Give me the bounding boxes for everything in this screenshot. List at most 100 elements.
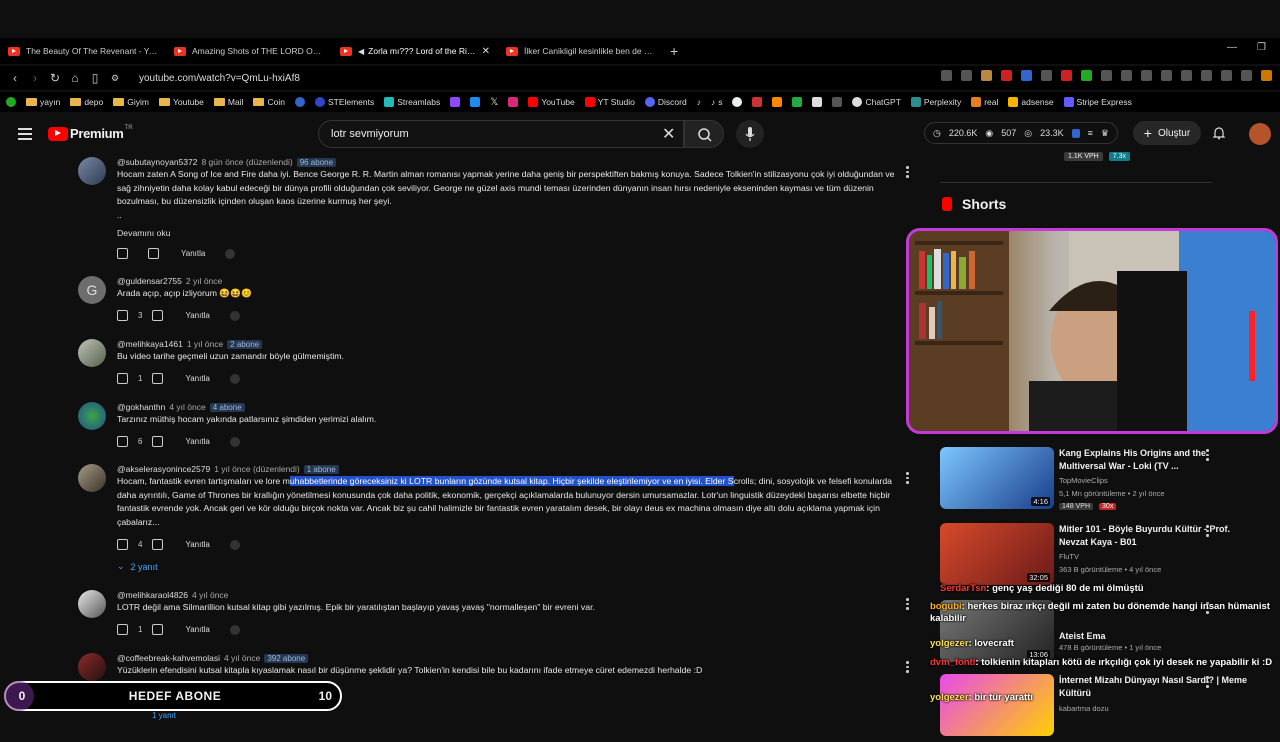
video-menu-icon[interactable]: [1206, 676, 1210, 690]
close-tab-icon[interactable]: ✕: [482, 46, 490, 57]
extension-icon[interactable]: [1061, 70, 1072, 81]
reply-button[interactable]: Yanıtla: [181, 249, 205, 258]
avatar[interactable]: [78, 464, 106, 492]
bookmark-folder[interactable]: depo: [70, 97, 103, 107]
extension-link-icon[interactable]: [792, 97, 803, 107]
extension-icon[interactable]: [1001, 70, 1012, 81]
extension-icon[interactable]: [941, 70, 952, 81]
video-menu-icon[interactable]: [1206, 449, 1210, 463]
extension-icon[interactable]: [981, 70, 992, 81]
minimize-icon[interactable]: —: [1227, 42, 1237, 53]
home-icon[interactable]: ⌂: [65, 71, 85, 85]
extension-icon[interactable]: [1081, 70, 1092, 81]
video-title[interactable]: Kang Explains His Origins and the Multiv…: [1059, 447, 1249, 473]
comment-menu-icon[interactable]: [906, 166, 910, 180]
comment-author[interactable]: @subutaynoyan5372: [117, 157, 197, 167]
extension-link-icon[interactable]: [772, 97, 783, 107]
list-icon[interactable]: ≡: [1088, 128, 1093, 138]
comment-time[interactable]: 4 yıl önce: [224, 653, 260, 663]
avatar[interactable]: [78, 402, 106, 430]
like-icon[interactable]: [117, 373, 128, 384]
extension-link-icon[interactable]: [732, 97, 743, 107]
bluesky-icon[interactable]: [470, 97, 481, 107]
channel-name[interactable]: kabartma dozu: [1059, 704, 1109, 713]
video-thumbnail[interactable]: [940, 674, 1054, 736]
search-button[interactable]: [684, 120, 724, 148]
bookmark-link[interactable]: ChatGPT: [852, 97, 901, 107]
avatar[interactable]: [78, 157, 106, 185]
creator-heart-icon[interactable]: [229, 539, 240, 550]
reply-button[interactable]: Yanıtla: [185, 437, 209, 446]
comment-author[interactable]: @guldensar2755: [117, 276, 182, 286]
maximize-icon[interactable]: ❐: [1257, 42, 1266, 53]
video-thumbnail[interactable]: 4:16: [940, 447, 1054, 509]
bookmark-link[interactable]: adsense: [1008, 97, 1054, 107]
bookmark-link[interactable]: Stripe Express: [1063, 97, 1132, 107]
dislike-icon[interactable]: [152, 436, 164, 447]
like-icon[interactable]: [117, 436, 128, 447]
avatar[interactable]: G: [78, 276, 106, 304]
show-replies-button[interactable]: ⌄ 2 yanıt: [117, 561, 158, 572]
comment-time[interactable]: 1 yıl önce: [187, 339, 223, 349]
creator-heart-icon[interactable]: [229, 310, 240, 321]
extension-icon[interactable]: [1241, 70, 1252, 81]
reply-button[interactable]: Yanıtla: [185, 540, 209, 549]
twitch-icon[interactable]: [450, 97, 461, 107]
comment-time[interactable]: 2 yıl önce: [186, 276, 222, 286]
video-thumbnail[interactable]: 32:05: [940, 523, 1054, 585]
extension-icon[interactable]: [1201, 70, 1212, 81]
dislike-icon[interactable]: [152, 310, 164, 321]
comment-time[interactable]: 1 yıl önce (düzenlendi): [214, 464, 300, 474]
comment-time[interactable]: 4 yıl önce: [192, 590, 228, 600]
bookmark-folder[interactable]: Giyim: [113, 97, 149, 107]
reload-icon[interactable]: ↻: [45, 71, 65, 85]
extension-icon[interactable]: [1181, 70, 1192, 81]
extension-icon[interactable]: [1221, 70, 1232, 81]
avatar[interactable]: [78, 590, 106, 618]
creator-heart-icon[interactable]: [229, 436, 240, 447]
comment-time[interactable]: 4 yıl önce: [169, 402, 205, 412]
creator-heart-icon[interactable]: [229, 624, 240, 635]
dislike-icon[interactable]: [152, 373, 164, 384]
comment-menu-icon[interactable]: [906, 661, 910, 675]
browser-tab-active[interactable]: ◀ Zorla mı??? Lord of the Rings ✕: [332, 38, 498, 64]
video-menu-icon[interactable]: [1206, 525, 1210, 539]
like-icon[interactable]: [117, 539, 128, 550]
like-icon[interactable]: [117, 624, 128, 635]
bookmark-link[interactable]: Streamlabs: [384, 97, 440, 107]
creator-heart-icon[interactable]: [225, 248, 236, 259]
extension-icon[interactable]: [1141, 70, 1152, 81]
bookmark-link[interactable]: STElements: [314, 97, 374, 107]
comment-author[interactable]: @akselerasyonince2579: [117, 464, 210, 474]
search-input[interactable]: lotr sevmiyorum: [318, 120, 684, 148]
dislike-icon[interactable]: [152, 539, 164, 550]
x-icon[interactable]: 𝕏: [490, 97, 498, 108]
reply-button[interactable]: Yanıtla: [185, 311, 209, 320]
recommended-video[interactable]: 4:16 Kang Explains His Origins and the M…: [940, 447, 1270, 515]
extension-link-icon[interactable]: [752, 97, 763, 107]
bookmark-folder[interactable]: Coin: [253, 97, 285, 107]
browser-tab[interactable]: Amazing Shots of THE LORD OF THE RINGS: [166, 38, 332, 64]
comment-menu-icon[interactable]: [906, 598, 910, 612]
extension-icon[interactable]: [1121, 70, 1132, 81]
extension-icon[interactable]: [1021, 70, 1032, 81]
bookmark-folder[interactable]: Mail: [213, 97, 243, 107]
comment-author[interactable]: @melihkaraol4826: [117, 590, 188, 600]
creator-heart-icon[interactable]: [229, 373, 240, 384]
recommended-video[interactable]: İnternet Mizahı Dünyayı Nasıl Sardı? | M…: [940, 674, 1270, 742]
browser-tab[interactable]: İlker Canikligil kesinlikle ben de öyle: [498, 38, 664, 64]
clear-search-icon[interactable]: ✕: [662, 124, 675, 144]
extension-link-icon[interactable]: [832, 97, 843, 107]
bookmark-folder[interactable]: Youtube: [158, 97, 204, 107]
account-avatar[interactable]: [1249, 123, 1271, 145]
forward-icon[interactable]: ›: [25, 71, 45, 85]
dislike-icon[interactable]: [148, 248, 159, 259]
extension-icon[interactable]: [1041, 70, 1052, 81]
bookmark-folder[interactable]: yayın: [26, 97, 60, 107]
extension-icon[interactable]: [961, 70, 972, 81]
trophy-icon[interactable]: ♛: [1101, 128, 1109, 139]
extension-icon[interactable]: [1101, 70, 1112, 81]
tool-icon[interactable]: [1071, 128, 1080, 138]
new-tab-button[interactable]: +: [670, 43, 678, 59]
comment-author[interactable]: @gokhanthn: [117, 402, 165, 412]
